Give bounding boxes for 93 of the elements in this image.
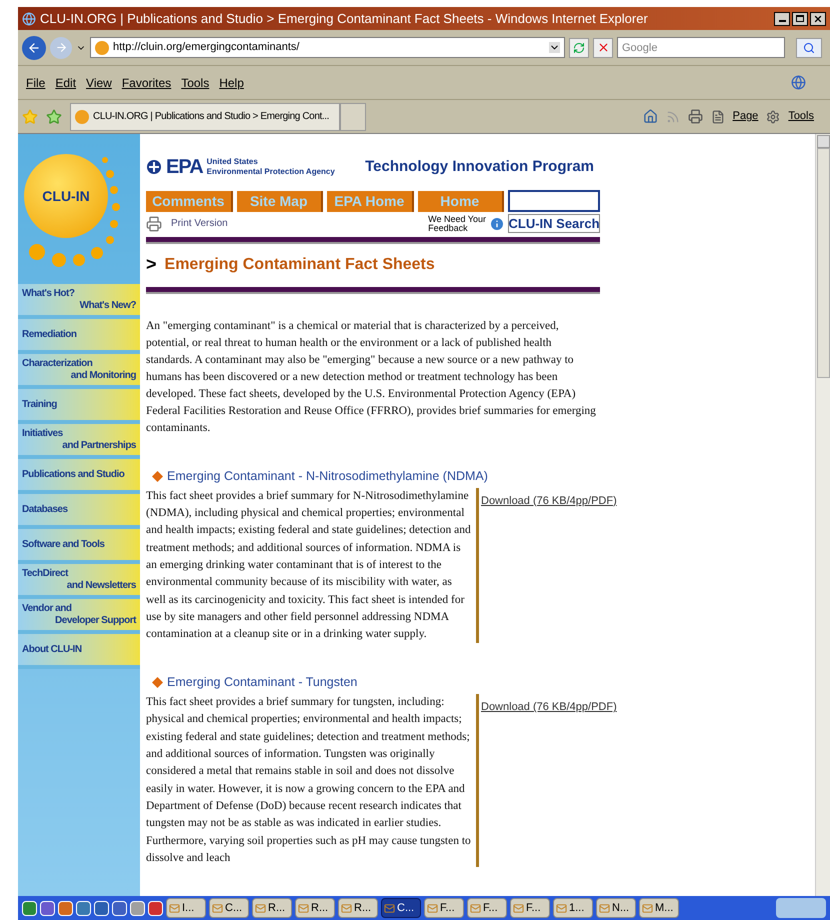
print-icon[interactable] [688, 109, 703, 124]
stop-icon [596, 41, 610, 54]
forward-arrow-icon [54, 41, 68, 54]
taskbar-button[interactable]: R... [295, 898, 335, 918]
taskbar-button[interactable]: I... [166, 898, 206, 918]
app-icon[interactable] [112, 900, 127, 916]
search-button[interactable] [796, 38, 822, 58]
taskbar-button[interactable]: M... [639, 898, 679, 918]
dropdown-icon[interactable] [549, 42, 560, 53]
page-heading: Emerging Contaminant Fact Sheets [164, 254, 435, 274]
maximize-icon [796, 15, 804, 22]
search-field[interactable] [508, 190, 600, 212]
taskbar-button[interactable]: C... [381, 898, 421, 918]
app-icon[interactable] [58, 900, 73, 916]
taskbar-button[interactable]: 1... [553, 898, 593, 918]
favorites-star-icon[interactable] [22, 108, 38, 124]
search-icon [803, 42, 815, 54]
feedback-text: Feedback [428, 224, 469, 232]
epa-logo: EPA [166, 155, 203, 180]
taskbar-button[interactable]: F... [467, 898, 507, 918]
menu-item[interactable]: File [26, 74, 46, 92]
site-icon [75, 110, 89, 124]
window-title: CLU-IN.ORG | Publications and Studio > Emerging Contaminant Fact Sheets - Windows Internet Explorer [40, 10, 648, 28]
fact-sheet-title[interactable]: Emerging Contaminant - N-Nitrosodimethylamine (NDMA) [167, 467, 488, 486]
minimize-icon [778, 20, 786, 22]
scrollbar[interactable] [815, 134, 830, 896]
sidebar-item[interactable]: Remediation [18, 319, 140, 354]
sidebar-item[interactable]: Initiatives and Partnerships [18, 424, 140, 459]
minimize-button[interactable] [774, 12, 790, 26]
maximize-button[interactable] [792, 12, 808, 26]
fact-sheet-description: This fact sheet provides a brief summary for N-Nitrosodimethylamine (NDMA), including physical and chemical properties; environmental and health impacts; existing federal and state guidelines; detection and treatment methods; and additional sources of information. NDMA is an emerging drinking water contaminant that is of interest to the environmental community because of its miscibility with water, as well as its carcinogenicity and toxicity. This fact sheet is intended for use by site managers and other field personnel addressing NDMA contamination at a cleanup site or in a drinking water supply. [146, 488, 471, 642]
sidebar-item[interactable]: Publications and Studio [18, 459, 140, 494]
page-icon[interactable] [710, 110, 725, 124]
tools-menu[interactable]: Tools [788, 108, 814, 125]
close-icon [813, 14, 823, 24]
sidebar-item[interactable]: Databases [18, 494, 140, 529]
sidebar-item[interactable]: About CLU-IN [18, 634, 140, 669]
app-icon[interactable] [22, 900, 37, 916]
intro-paragraph: An "emerging contaminant" is a chemical or material that is characterized by a perceived, potential, or real threat to human health or the environment or a lack of published health standards. A contaminant may also be "emerging" because a new source or a new pathway to humans has been discovered or a new detection method or treatment technology has been developed. These fact sheets, developed by the U.S. Environmental Protection Agency (EPA) Federal Facilities Restoration and Reuse Office (FFRRO), provides brief summaries for emerging contaminants. [146, 319, 596, 436]
menu-item[interactable]: Help [219, 74, 244, 92]
sidebar-item[interactable]: Characterization and Monitoring [18, 354, 140, 389]
menu-item[interactable]: Tools [181, 74, 210, 92]
page-menu[interactable]: Page [732, 108, 758, 125]
diamond-icon [152, 470, 163, 482]
feedback-icon[interactable] [489, 216, 505, 232]
epa-emblem-icon [146, 159, 162, 175]
printer-icon[interactable] [146, 216, 162, 232]
diamond-icon [152, 677, 163, 688]
download-link[interactable]: Download (76 KB/4pp/PDF) [481, 494, 617, 507]
menu-item[interactable]: Edit [55, 74, 76, 92]
taskbar-button[interactable]: C... [209, 898, 249, 918]
app-icon[interactable] [130, 900, 145, 916]
heading-arrow: > [146, 253, 157, 276]
sidebar-item[interactable]: Training [18, 389, 140, 424]
sidebar-item[interactable]: Software and Tools [18, 529, 140, 564]
menu-item[interactable]: Favorites [122, 74, 172, 92]
print-version-link[interactable]: Print Version [171, 216, 228, 231]
search-field[interactable]: Google [617, 37, 785, 58]
stop-button[interactable] [593, 38, 613, 58]
program-title: Technology Innovation Program [365, 156, 594, 177]
address-field[interactable]: http://cluin.org/emergingcontaminants/ [90, 37, 565, 58]
clu-in-search-button[interactable]: CLU-IN Search [508, 214, 600, 233]
sidebar-item[interactable]: Vendor and Developer Support [18, 599, 140, 634]
app-icon[interactable] [40, 900, 55, 916]
globe-icon[interactable] [791, 75, 806, 90]
taskbar-button[interactable]: F... [510, 898, 550, 918]
agency-name: Environmental Protection Agency [206, 167, 335, 177]
fact-sheet-description: This fact sheet provides a brief summary for tungsten, including: physical and chemical properties; environmental and health impacts; existing federal and state guidelines; detection and treatment methods; and additional sources of information. Tungsten was originally considered a metal that remains stable in soil and does not dissolve easily in water. However, it is now a growing concern to the EPA and Department of Defense (DoD) because recent research indicates that tungsten may not be as stable as was indicated in earlier studies. Furthermore, varying soil properties such as pH may cause tungsten to dissolve and leach [146, 695, 471, 866]
download-link[interactable]: Download (76 KB/4pp/PDF) [481, 701, 617, 714]
taskbar-button[interactable]: R... [252, 898, 292, 918]
menu-item[interactable]: View [86, 74, 112, 92]
site-icon [95, 40, 109, 54]
fact-sheet-title[interactable]: Emerging Contaminant - Tungsten [167, 673, 358, 692]
home-icon[interactable] [642, 109, 658, 124]
app-icon[interactable] [76, 900, 91, 916]
browser-tab[interactable]: CLU-IN.ORG | Publications and Studio > Emerging Cont... [70, 102, 340, 130]
sidebar-item[interactable]: What's Hot? What's New? [18, 284, 140, 319]
settings-icon[interactable] [766, 110, 780, 124]
refresh-button[interactable] [569, 38, 589, 58]
app-icon[interactable] [94, 900, 109, 916]
back-button[interactable] [22, 36, 46, 60]
refresh-icon [573, 42, 585, 54]
taskbar-button[interactable]: F... [424, 898, 464, 918]
taskbar-button[interactable]: N... [596, 898, 636, 918]
feedback-text: We Need Your [428, 214, 486, 224]
browser-icon [22, 12, 36, 26]
agency-name: United States [206, 157, 259, 167]
taskbar-button[interactable]: R... [338, 898, 378, 918]
system-tray [776, 898, 826, 918]
app-icon[interactable] [148, 900, 163, 916]
sidebar-item[interactable]: TechDirect and Newsletters [18, 564, 140, 599]
clu-in-logo: CLU-IN [24, 154, 108, 238]
close-button[interactable] [810, 12, 826, 26]
